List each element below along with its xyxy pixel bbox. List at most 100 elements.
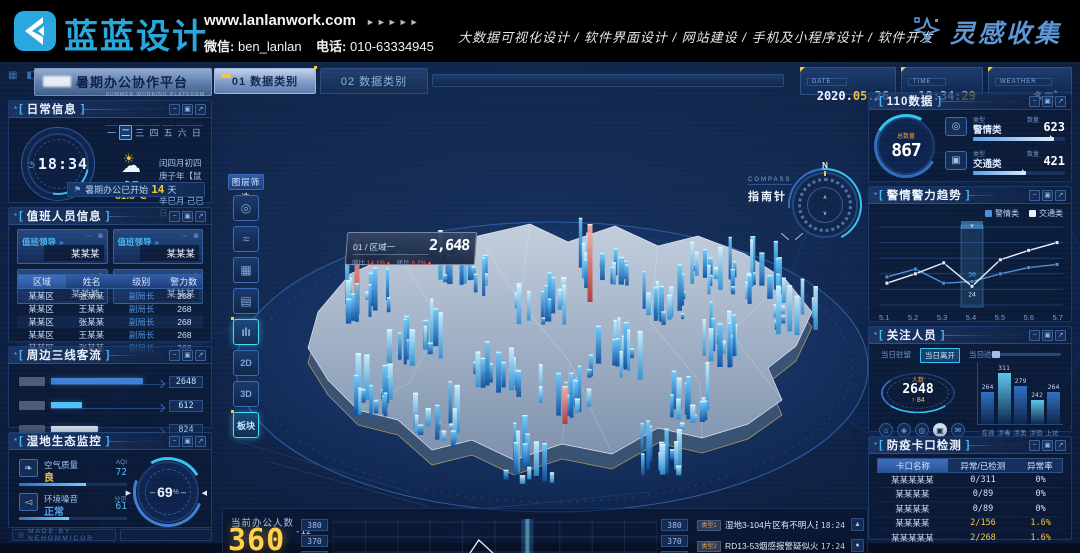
weekday-cell[interactable]: 二 xyxy=(119,125,132,140)
y-tick: 370 xyxy=(661,535,688,547)
panel-icon[interactable]: ▣ xyxy=(182,211,193,222)
time-slider[interactable] xyxy=(977,353,1061,356)
contact-line: 微信: ben_lanlan 电话: 010-63334945 xyxy=(204,36,434,55)
layer-button-blocks[interactable]: 板块 xyxy=(233,412,259,438)
flow-value: 612 xyxy=(169,400,203,412)
panel-icon[interactable]: ▣ xyxy=(182,104,193,115)
column-header: 异常/已检测 xyxy=(948,459,1018,472)
y-axis-left: 380370360350340 xyxy=(301,519,328,553)
layer-button-mode-2d[interactable]: 2D xyxy=(233,350,259,376)
speaker-icon: ◅ xyxy=(19,493,38,511)
eco-gauge: –69%– xyxy=(137,461,199,523)
expand-icon[interactable]: ↗ xyxy=(195,436,206,447)
site-url[interactable]: www.lanlanwork.com►►►►► xyxy=(204,12,421,29)
slider-handle xyxy=(992,351,1000,358)
panel-checkpoint: *[防疫卡口检测]·······−▣↗ 卡口名称异常/已检测异常率 某某某某某0… xyxy=(868,436,1072,540)
partly-cloudy-icon: ☀☁ xyxy=(121,155,141,177)
expand-icon[interactable]: ↗ xyxy=(1055,190,1066,201)
layer-button-list[interactable]: ▤ xyxy=(233,288,259,314)
expand-icon[interactable]: ↗ xyxy=(195,211,206,222)
panel-icon[interactable]: ▣ xyxy=(1042,96,1053,107)
trend-legend: 警情类交通类 xyxy=(985,208,1063,219)
arrow-right-icon[interactable]: ◀ xyxy=(202,489,207,497)
table-row: 某某某某2/1561.6% xyxy=(877,517,1063,532)
expand-icon[interactable]: ↗ xyxy=(1055,96,1066,107)
panel-focus-people: *[关注人员]·······−▣↗ 当日驻留当日离开当日进入 人数2648↑ 8… xyxy=(868,326,1072,432)
y-axis-right: 380370360350340 xyxy=(661,519,688,553)
minimize-icon[interactable]: − xyxy=(1029,330,1040,341)
mail-icon[interactable]: ✉ xyxy=(951,423,965,437)
close-icon: ⊗ xyxy=(193,232,199,240)
minimize-icon[interactable]: − xyxy=(169,436,180,447)
minimize-icon[interactable]: − xyxy=(1029,440,1040,451)
weather-widget: WEATHER 多云☀☁ xyxy=(988,67,1072,95)
x-tick: 5.5 xyxy=(995,313,1005,322)
focus-tab[interactable]: 当日驻留 xyxy=(877,348,915,363)
x-tick: 5.3 xyxy=(937,313,947,322)
total-gauge: 总数量867 xyxy=(877,117,935,175)
panel-icon[interactable]: ▣ xyxy=(1042,330,1053,341)
minimize-icon[interactable]: − xyxy=(1029,96,1040,107)
expand-icon[interactable]: ↗ xyxy=(195,104,206,115)
minimize-icon[interactable]: − xyxy=(169,350,180,361)
weekday-cell[interactable]: 六 xyxy=(176,125,189,140)
panel-icon[interactable]: ▣ xyxy=(1042,190,1053,201)
minimize-icon[interactable]: − xyxy=(169,104,180,115)
x-tick: 5.4 xyxy=(966,313,976,322)
layer-button-mode-3d[interactable]: 3D xyxy=(233,381,259,407)
column-header: 卡口名称 xyxy=(878,459,948,472)
minimize-icon[interactable]: − xyxy=(169,211,180,222)
alert-row[interactable]: 类型2RD13-53烟感报警疑似火灾17:24 xyxy=(697,538,845,553)
column-header: 姓名 xyxy=(66,275,118,288)
focus-tab[interactable]: 当日离开 xyxy=(920,348,960,363)
weekday-cell[interactable]: 三 xyxy=(133,125,146,140)
key-icon[interactable]: ◈ xyxy=(897,423,911,437)
alert-row[interactable]: 类型1湿地3-104片区有不明人员闯入18:24 xyxy=(697,517,845,533)
more-icon: ⋯ xyxy=(181,232,188,240)
expand-icon[interactable]: ↗ xyxy=(1055,330,1066,341)
week-row: 一二三四五六日 xyxy=(105,125,203,140)
panel-icon[interactable]: ▣ xyxy=(182,436,193,447)
minimize-icon[interactable]: − xyxy=(1029,190,1040,201)
tab-data-category-1[interactable]: 01 数据类别 xyxy=(214,68,316,94)
tab-data-category-2[interactable]: 02 数据类别 xyxy=(320,68,428,94)
compass-dial[interactable]: N ∧∨ xyxy=(792,172,858,238)
focus-bar: 242 xyxy=(1031,400,1044,424)
weekday-cell[interactable]: 四 xyxy=(147,125,160,140)
legend-item: 交通类 xyxy=(1029,208,1063,219)
scroll-mid-icon[interactable]: ● xyxy=(851,539,864,552)
expand-icon[interactable]: ↗ xyxy=(195,350,206,361)
layer-button-signal[interactable]: ≈ xyxy=(233,226,259,252)
collect-label: 灵感收集 xyxy=(950,14,1062,50)
target-icon[interactable]: ◎ xyxy=(915,423,929,437)
scroll-up-icon[interactable]: ▲ xyxy=(851,518,864,531)
home-icon[interactable]: ⌂ xyxy=(879,423,893,437)
arrow-left-icon[interactable]: ▶ xyxy=(126,489,131,497)
sparkle-star-icon xyxy=(912,15,942,50)
inspiration-collect[interactable]: 灵感收集 xyxy=(912,14,1062,50)
traffic-icon: ▣ xyxy=(945,151,967,170)
lock-icon[interactable]: ▣ xyxy=(933,423,947,437)
panel-eco-monitor: *[湿地生态监控]·······−▣↗ ❧ 空气质量良 AQI72 ◅ 环境噪音… xyxy=(8,432,212,528)
weekday-cell[interactable]: 一 xyxy=(105,125,118,140)
layer-button-bar-chart[interactable]: ılı xyxy=(233,319,259,345)
weekday-cell[interactable]: 日 xyxy=(190,125,203,140)
topbar-divider xyxy=(432,74,784,87)
focus-icons: ⌂ ◈ ◎ ▣ ✉ xyxy=(879,423,965,437)
weekday-cell[interactable]: 五 xyxy=(162,125,175,140)
duty-leader-card[interactable]: 值班领导»⋯⊗某某某 xyxy=(17,229,108,264)
panel-icon[interactable]: ▣ xyxy=(182,350,193,361)
compass: COMPASS 指南针 N ∧∨ xyxy=(748,168,860,254)
data110-row: ▣类型交通类数量421 xyxy=(945,149,1065,179)
layer-toolbar-title: 图层筛选 xyxy=(228,174,264,190)
checkpoint-header: 卡口名称异常/已检测异常率 xyxy=(877,458,1063,473)
bottom-module: 当前办公人数 360 -12 今日数据 历史数据 380370360350340… xyxy=(222,508,868,553)
panel-icon[interactable]: ▣ xyxy=(1042,440,1053,451)
layer-button-grid[interactable]: ▦ xyxy=(233,257,259,283)
map-tooltip: 01 / 区域一2,648 同比 14.1%▲环比 6.2%▲ xyxy=(345,232,477,265)
column-header: 警力数 xyxy=(165,275,202,288)
duty-leader-card[interactable]: 值班领导»⋯⊗某某某 xyxy=(113,229,204,264)
layer-button-camera[interactable]: ◎ xyxy=(233,195,259,221)
expand-icon[interactable]: ↗ xyxy=(1055,440,1066,451)
date-widget: DATE 2020.05.26 xyxy=(800,67,896,95)
